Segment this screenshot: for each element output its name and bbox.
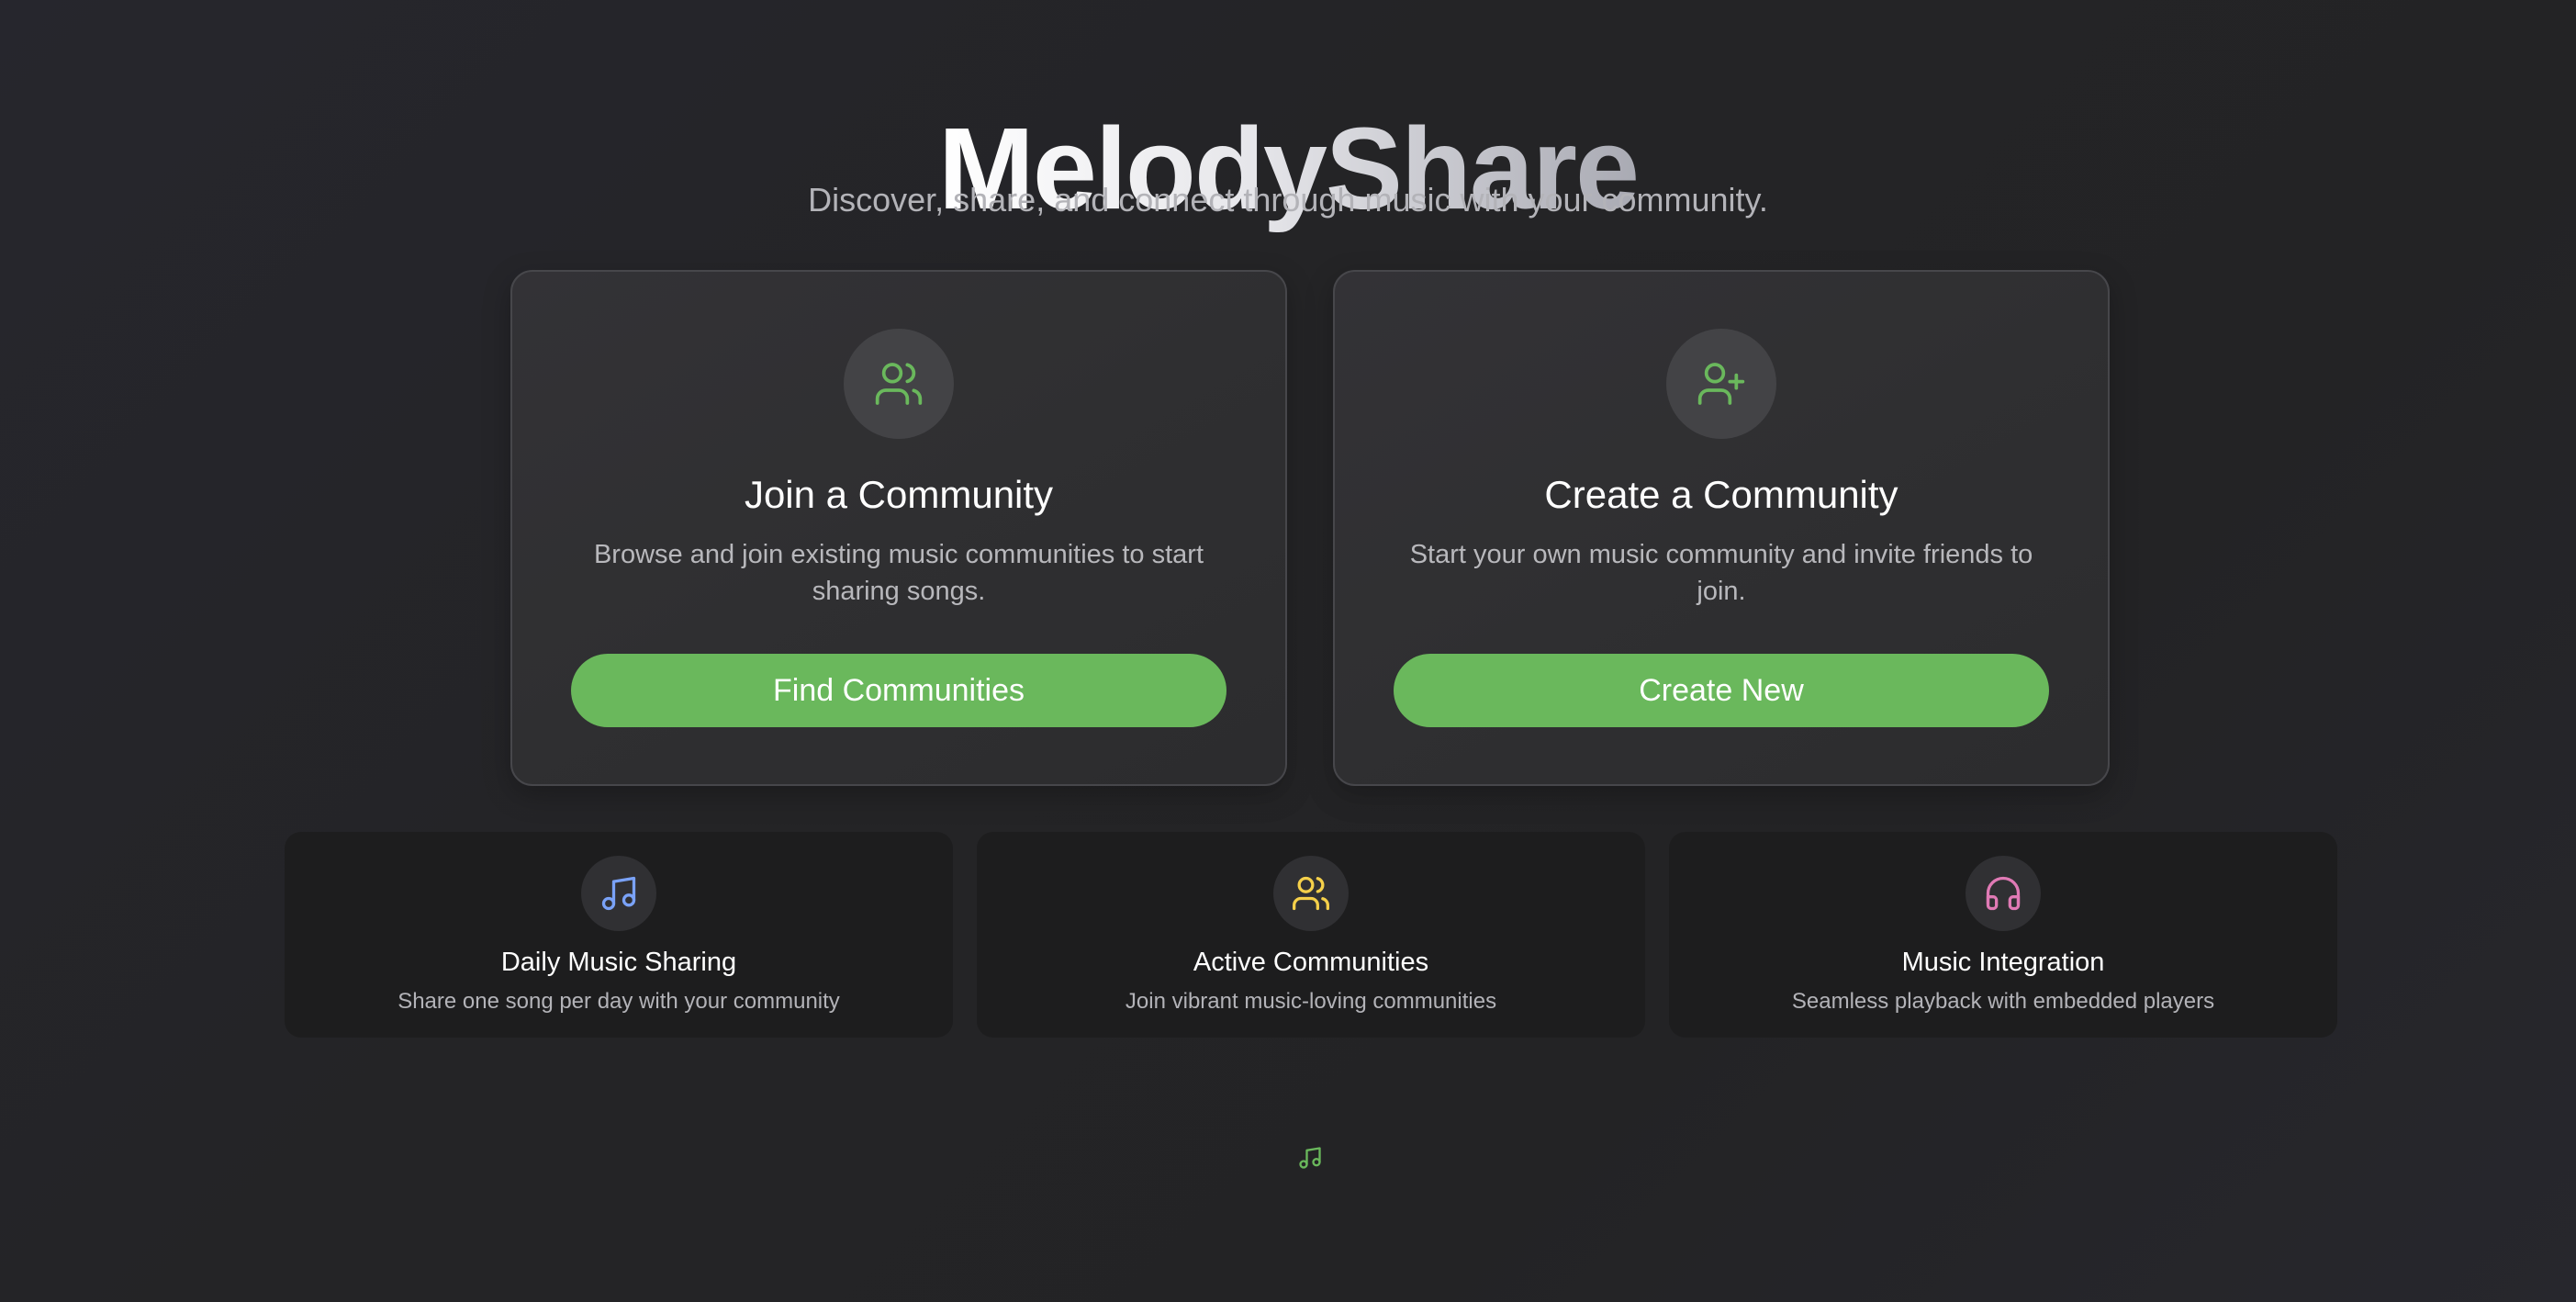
feature-description: Seamless playback with embedded players [1791, 989, 2215, 1014]
join-community-heading: Join a Community [744, 473, 1054, 516]
feature-title: Daily Music Sharing [500, 948, 737, 977]
feature-card-daily-sharing: Daily Music Sharing Share one song per d… [285, 832, 953, 1038]
create-community-heading: Create a Community [1544, 473, 1898, 516]
join-community-card: Join a Community Browse and join existin… [510, 270, 1287, 786]
footer-music-note-icon [1296, 1144, 1324, 1172]
app-subtitle: Discover, share, and connect through mus… [808, 181, 1768, 219]
users-icon [844, 329, 954, 439]
feature-title: Music Integration [1901, 948, 2105, 977]
music-note-icon [581, 856, 656, 931]
feature-card-active-communities: Active Communities Join vibrant music-lo… [977, 832, 1645, 1038]
feature-card-music-integration: Music Integration Seamless playback with… [1669, 832, 2337, 1038]
users-icon [1273, 856, 1349, 931]
user-plus-icon [1666, 329, 1776, 439]
find-communities-button[interactable]: Find Communities [571, 654, 1226, 727]
join-community-description: Browse and join existing music communiti… [593, 540, 1204, 606]
feature-description: Share one song per day with your communi… [398, 989, 840, 1014]
create-community-description: Start your own music community and invit… [1409, 540, 2033, 606]
create-new-button[interactable]: Create New [1394, 654, 2049, 727]
feature-title: Active Communities [1193, 948, 1429, 977]
headphones-icon [1966, 856, 2041, 931]
feature-description: Join vibrant music-loving communities [1125, 989, 1497, 1014]
create-community-card: Create a Community Start your own music … [1333, 270, 2110, 786]
